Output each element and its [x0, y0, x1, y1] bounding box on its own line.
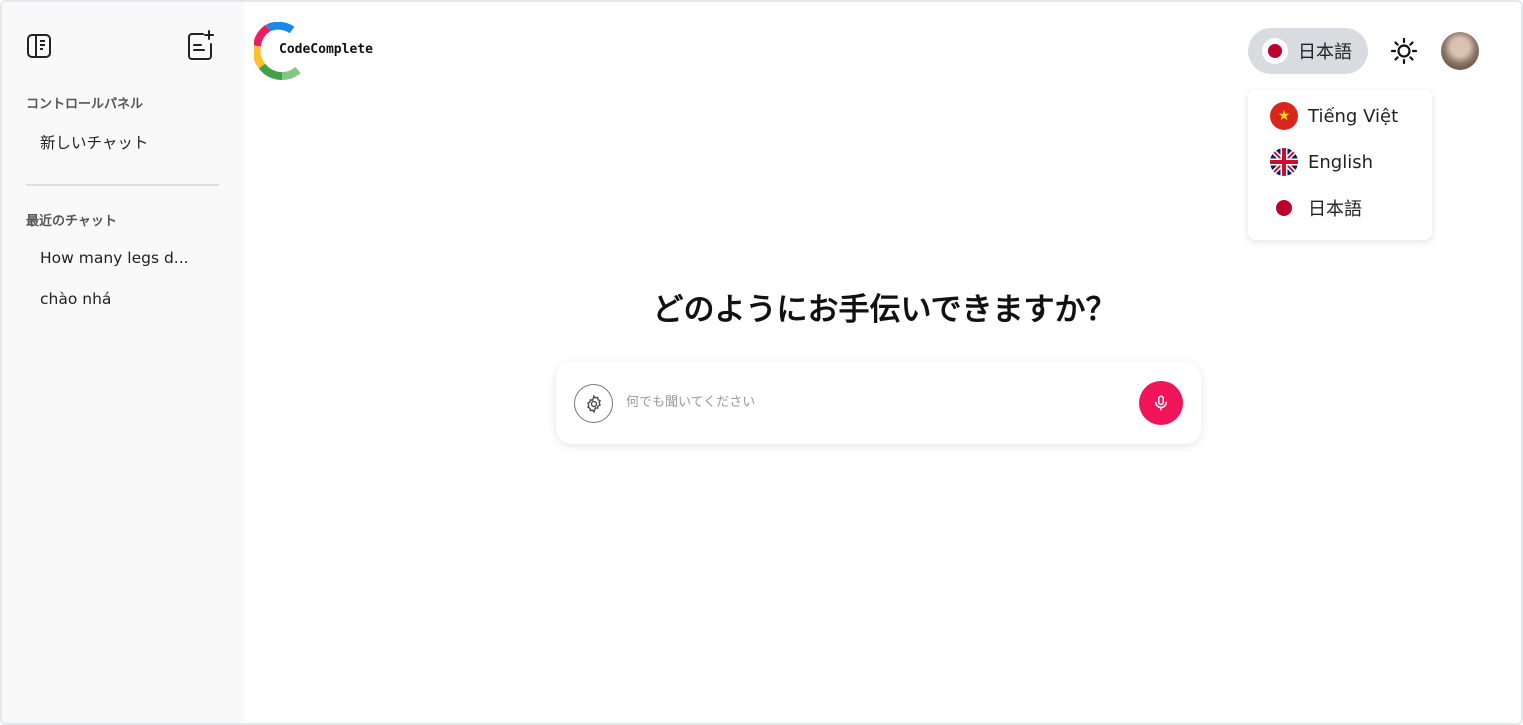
- sidebar-divider: [26, 184, 219, 186]
- japan-flag-icon: [1262, 38, 1288, 64]
- vietnam-flag-icon: ★: [1270, 102, 1298, 130]
- voice-input-button[interactable]: [1139, 381, 1183, 425]
- uk-flag-icon: [1270, 148, 1298, 176]
- japan-flag-icon: [1270, 194, 1298, 222]
- language-option-label: 日本語: [1308, 199, 1362, 220]
- app-window: コントロールパネル 新しいチャット 最近のチャット How many legs …: [0, 0, 1523, 725]
- sidebar-panel-icon: [27, 34, 51, 58]
- gear-icon: [586, 394, 601, 413]
- language-option-label: Tiếng Việt: [1308, 105, 1399, 127]
- recent-chats-heading: 最近のチャット: [26, 214, 117, 229]
- sun-icon: [1390, 37, 1418, 65]
- sidebar: コントロールパネル 新しいチャット 最近のチャット How many legs …: [2, 2, 244, 723]
- logo-text: CodeComplete: [279, 42, 373, 57]
- language-option-japanese[interactable]: 日本語: [1270, 193, 1362, 223]
- settings-button[interactable]: [574, 384, 613, 423]
- prompt-input[interactable]: [626, 388, 1126, 416]
- language-option-vietnamese[interactable]: ★ Tiếng Việt: [1270, 101, 1398, 131]
- microphone-icon: [1155, 395, 1167, 411]
- recent-chat-item[interactable]: How many legs d...: [40, 249, 189, 267]
- language-dropdown: ★ Tiếng Việt English 日本語: [1248, 90, 1432, 240]
- app-logo[interactable]: CodeComplete: [254, 22, 394, 80]
- theme-toggle-button[interactable]: [1387, 34, 1421, 68]
- language-selector-button[interactable]: 日本語: [1248, 28, 1368, 74]
- page-headline: どのようにお手伝いできますか？: [652, 292, 1117, 328]
- sidebar-toggle-button[interactable]: [22, 29, 56, 63]
- language-current-label: 日本語: [1298, 42, 1352, 63]
- language-option-label: English: [1308, 151, 1373, 173]
- sidebar-item-new-chat[interactable]: 新しいチャット: [40, 131, 148, 153]
- new-chat-icon-button[interactable]: [184, 28, 218, 62]
- control-panel-heading: コントロールパネル: [26, 97, 144, 112]
- user-avatar[interactable]: [1441, 32, 1479, 70]
- new-note-icon: [188, 30, 214, 60]
- language-option-english[interactable]: English: [1270, 147, 1373, 177]
- chat-composer: [556, 362, 1201, 444]
